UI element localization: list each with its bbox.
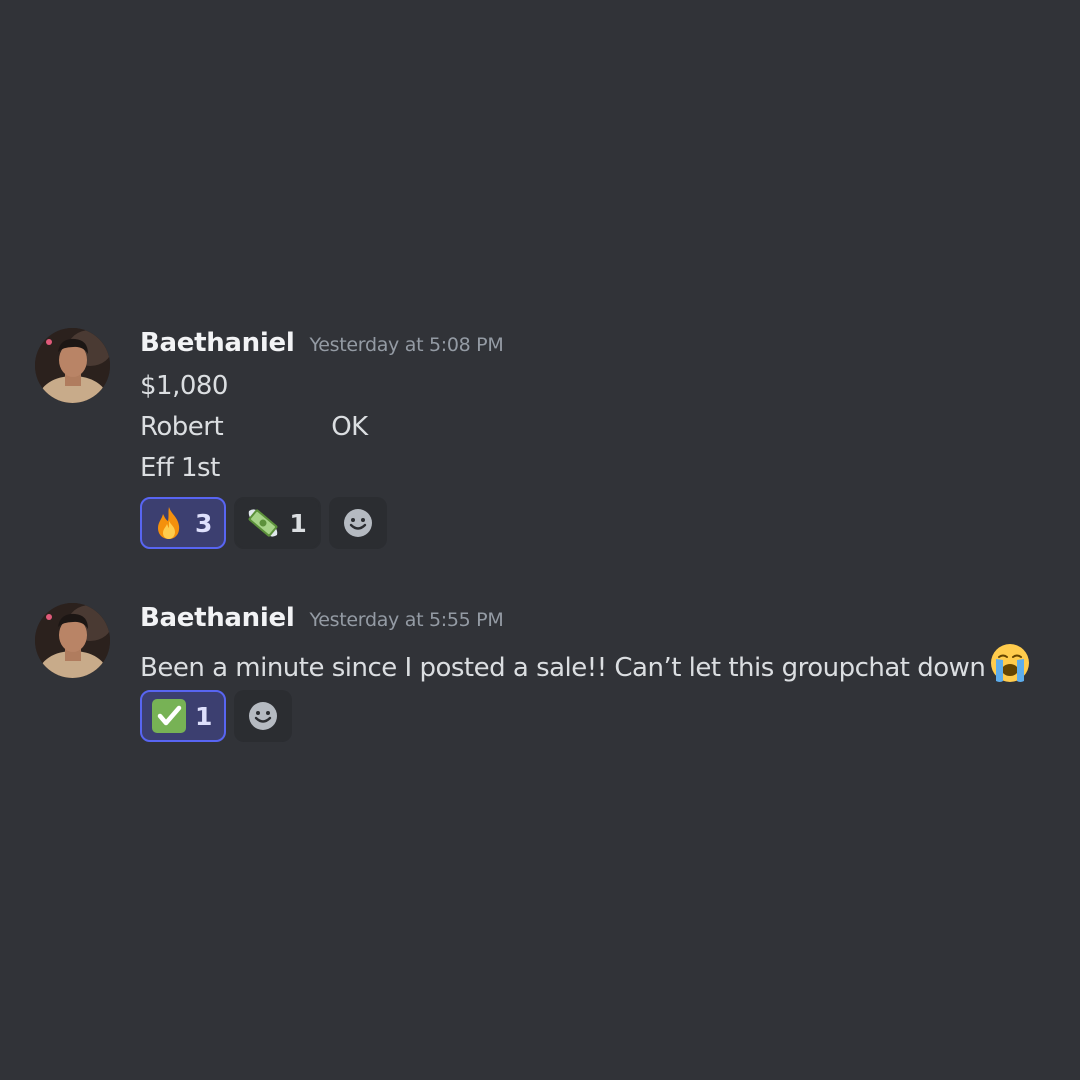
add-reaction-button[interactable] — [234, 690, 293, 742]
reactions-bar: 3 1 — [140, 497, 1060, 549]
avatar[interactable] — [35, 328, 110, 403]
timestamp[interactable]: Yesterday at 5:08 PM — [309, 334, 503, 356]
message-header: Baethaniel Yesterday at 5:55 PM — [140, 603, 1060, 641]
username[interactable]: Baethaniel — [140, 328, 295, 358]
timestamp[interactable]: Yesterday at 5:55 PM — [309, 609, 503, 631]
avatar-photo-icon — [35, 328, 110, 403]
message-header: Baethaniel Yesterday at 5:08 PM — [140, 328, 1060, 366]
message-line: Eff 1st — [140, 448, 1060, 489]
reaction-white-check-mark[interactable]: 1 — [140, 690, 227, 742]
message-line: Robert OK — [140, 407, 1060, 448]
reaction-money-with-wings[interactable]: 1 — [234, 497, 321, 549]
add-reaction-button[interactable] — [328, 497, 387, 549]
message-content: Baethaniel Yesterday at 5:55 PM Been a m… — [140, 603, 1060, 742]
reaction-fire[interactable]: 3 — [140, 497, 227, 549]
message-line: $1,080 — [140, 366, 1060, 407]
avatar[interactable] — [35, 603, 110, 678]
message-text: Eff 1st — [140, 453, 220, 483]
reaction-count: 3 — [195, 508, 213, 538]
message-content: Baethaniel Yesterday at 5:08 PM $1,080 R… — [140, 328, 1060, 549]
smiley-icon — [343, 509, 372, 537]
check-mark-icon — [151, 698, 187, 734]
username[interactable]: Baethaniel — [140, 603, 295, 633]
money-with-wings-icon — [245, 505, 281, 541]
avatar-photo-icon — [35, 603, 110, 678]
message-text: $1,080 — [140, 371, 228, 401]
fire-icon — [151, 505, 187, 541]
chat-view: Baethaniel Yesterday at 5:08 PM $1,080 R… — [0, 0, 1080, 1080]
message-text: OK — [331, 412, 368, 442]
message-text: Been a minute since I posted a sale!! Ca… — [140, 653, 986, 683]
message-line: Been a minute since I posted a sale!! Ca… — [140, 641, 1060, 685]
message-text: Robert — [140, 412, 224, 442]
loudly-crying-face-icon — [988, 641, 1032, 685]
reaction-count: 1 — [195, 701, 213, 731]
reactions-bar: 1 — [140, 690, 1060, 742]
reaction-count: 1 — [289, 508, 307, 538]
smiley-icon — [249, 702, 278, 730]
